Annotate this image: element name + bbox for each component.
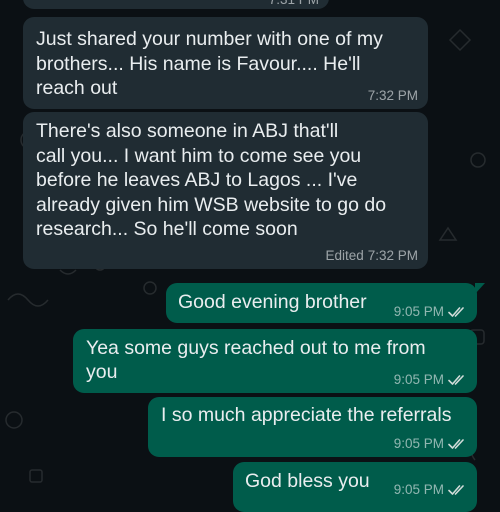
double-check-icon	[448, 374, 468, 386]
message-bubble-incoming[interactable]: 7:31 PM	[23, 0, 329, 9]
message-bubble-incoming[interactable]: There's also someone in ABJ that'll call…	[23, 112, 428, 269]
message-text-line: already given him WSB website to go do	[36, 194, 387, 216]
message-text-line: There's also someone in ABJ that'll	[36, 120, 339, 142]
message-time: 7:32 PM	[367, 88, 418, 103]
message-time: 9:05 PM	[393, 372, 444, 387]
message-time: 9:05 PM	[393, 304, 444, 319]
double-check-icon	[448, 438, 468, 450]
message-text-line: I so much appreciate the referrals	[161, 404, 452, 426]
message-text-line: Just shared your number with one of my	[36, 28, 383, 50]
message-bubble-outgoing[interactable]: Good evening brother 9:05 PM	[166, 283, 485, 323]
message-text-line: before he leaves ABJ to Lagos ... I've	[36, 169, 358, 191]
message-time: 9:05 PM	[393, 436, 444, 451]
message-bubble-outgoing[interactable]: I so much appreciate the referrals 9:05 …	[148, 397, 477, 457]
message-bubble-outgoing[interactable]: Yea some guys reached out to me from you…	[73, 329, 477, 393]
message-text-line: you	[86, 361, 118, 383]
message-bubble-outgoing[interactable]: God bless you 9:05 PM	[233, 462, 477, 512]
message-text-line: Yea some guys reached out to me from	[86, 337, 426, 359]
double-check-icon	[448, 484, 468, 496]
double-check-icon	[448, 306, 468, 318]
message-text-line: brothers... His name is Favour.... He'll	[36, 53, 361, 75]
message-text-line: call you... I want him to come see you	[36, 145, 362, 167]
message-text-line: God bless you	[245, 470, 370, 492]
message-time: 9:05 PM	[393, 482, 444, 497]
message-meta: Edited 7:32 PM	[325, 248, 418, 264]
message-time: 7:31 PM	[269, 0, 319, 8]
message-text-line: research... So he'll come soon	[36, 218, 298, 240]
message-time: 7:32 PM	[367, 248, 418, 263]
edited-label: Edited	[325, 248, 364, 263]
message-text-line: reach out	[36, 77, 118, 99]
message-text-line: Good evening brother	[178, 291, 367, 313]
chat-conversation: 7:31 PM Just shared your number with one…	[0, 0, 500, 512]
message-bubble-incoming[interactable]: Just shared your number with one of my b…	[23, 17, 428, 109]
